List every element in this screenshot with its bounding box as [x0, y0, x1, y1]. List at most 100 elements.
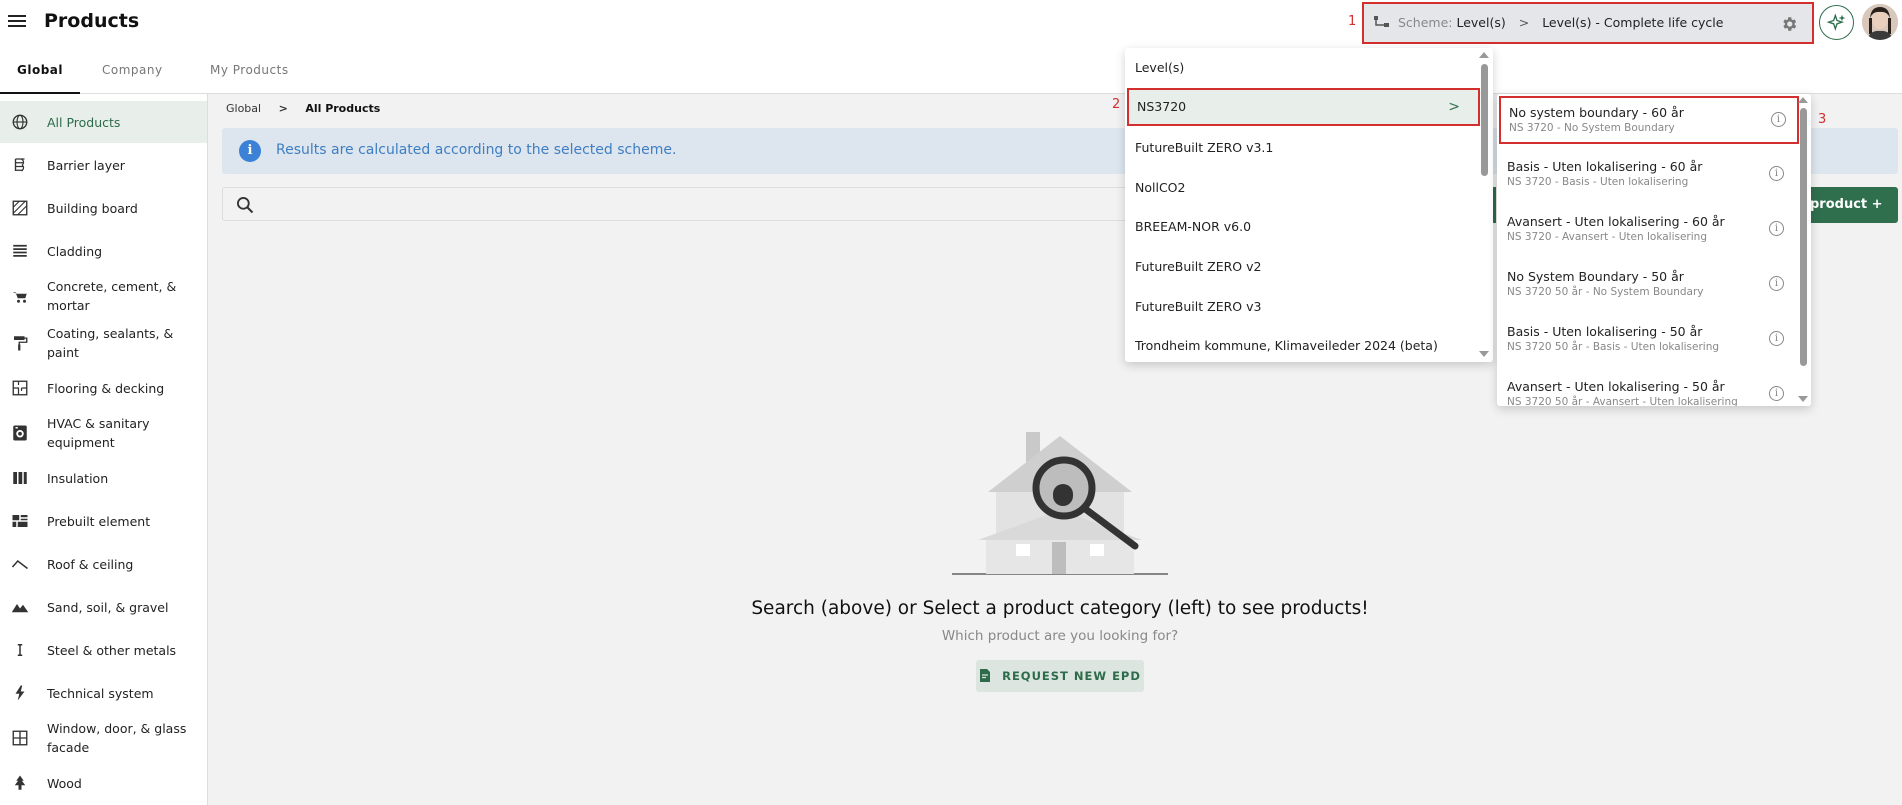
- scheme-menu-item-trondheim[interactable]: Trondheim kommune, Klimaveileder 2024 (b…: [1125, 326, 1475, 362]
- sidebar-item-label: Window, door, & glass facade: [47, 721, 187, 755]
- sidebar-item-insulation[interactable]: Insulation: [0, 457, 207, 499]
- search-icon: [237, 197, 254, 214]
- scheme-selection: Level(s) - Complete life cycle: [1542, 15, 1724, 30]
- gear-icon[interactable]: [1780, 15, 1798, 33]
- building-board-icon: [10, 198, 30, 218]
- submenu-item-title: No System Boundary - 50 år: [1507, 269, 1684, 284]
- info-circle-icon[interactable]: i: [1769, 166, 1784, 181]
- info-circle-icon[interactable]: i: [1771, 112, 1786, 127]
- sidebar-item-flooring[interactable]: Flooring & decking: [0, 367, 207, 409]
- info-circle-icon[interactable]: i: [1769, 386, 1784, 401]
- submenu-item[interactable]: Basis - Uten lokalisering - 50 år NS 372…: [1497, 315, 1797, 365]
- info-circle-icon[interactable]: i: [1769, 221, 1784, 236]
- breadcrumb-current: All Products: [305, 102, 381, 115]
- scheme-menu-item-futurebuilt-v3[interactable]: FutureBuilt ZERO v3: [1125, 287, 1475, 327]
- scheme-menu-scrollbar[interactable]: [1481, 64, 1488, 176]
- request-new-epd-label: REQUEST NEW EPD: [1002, 669, 1141, 683]
- sidebar-item-label: Barrier layer: [47, 158, 125, 173]
- hierarchy-icon: [1374, 16, 1389, 27]
- submenu-item-subtitle: NS 3720 - No System Boundary: [1509, 122, 1675, 134]
- submenu-item[interactable]: No System Boundary - 50 år NS 3720 50 år…: [1497, 260, 1797, 310]
- category-sidebar: All Products Barrier layer Building boar…: [0, 94, 208, 805]
- sidebar-item-label: Flooring & decking: [47, 381, 165, 396]
- sidebar-item-wood[interactable]: Wood: [0, 762, 207, 804]
- barrier-layer-icon: [10, 155, 30, 175]
- scheme-separator: >: [1518, 15, 1530, 30]
- sidebar-item-roof[interactable]: Roof & ceiling: [0, 543, 207, 585]
- scheme-selector[interactable]: Scheme: Level(s) > Level(s) - Complete l…: [1362, 2, 1814, 44]
- submenu-scrollbar[interactable]: [1800, 108, 1807, 366]
- page-title: Products: [44, 10, 140, 32]
- sidebar-item-label: All Products: [47, 115, 121, 130]
- scroll-up-arrow-icon[interactable]: [1479, 52, 1489, 58]
- annotation-2: 2: [1112, 97, 1121, 112]
- tab-my-products[interactable]: My Products: [210, 46, 289, 94]
- sidebar-item-prebuilt[interactable]: Prebuilt element: [0, 500, 207, 542]
- scheme-menu-item-ns3720[interactable]: NS3720 >: [1127, 88, 1480, 126]
- wheelbarrow-icon: [10, 286, 30, 306]
- globe-icon: [10, 112, 30, 132]
- top-bar: Products 1 Scheme: Level(s) > Level(s) -…: [0, 0, 1902, 46]
- annotation-3: 3: [1818, 112, 1827, 127]
- submenu-item-title: No system boundary - 60 år: [1509, 105, 1684, 120]
- info-circle-icon[interactable]: i: [1769, 331, 1784, 346]
- scheme-menu-item-futurebuilt-v31[interactable]: FutureBuilt ZERO v3.1: [1125, 128, 1475, 168]
- sidebar-item-label: HVAC & sanitary equipment: [47, 416, 150, 450]
- submenu-item[interactable]: Avansert - Uten lokalisering - 50 år NS …: [1497, 370, 1797, 406]
- house-search-illustration: [952, 432, 1168, 575]
- prebuilt-icon: [10, 511, 30, 531]
- submenu-item-title: Avansert - Uten lokalisering - 50 år: [1507, 379, 1725, 394]
- scheme-menu: Level(s) NS3720 > FutureBuilt ZERO v3.1 …: [1125, 48, 1493, 362]
- tab-global[interactable]: Global: [0, 46, 80, 94]
- sidebar-item-cladding[interactable]: Cladding: [0, 230, 207, 272]
- sidebar-item-label: Technical system: [47, 686, 154, 701]
- ns3720-submenu: No system boundary - 60 år NS 3720 - No …: [1497, 94, 1811, 406]
- annotation-1: 1: [1348, 14, 1357, 29]
- sidebar-item-label: Building board: [47, 201, 138, 216]
- submenu-item-title: Basis - Uten lokalisering - 60 år: [1507, 159, 1703, 174]
- tree-icon: [10, 773, 30, 793]
- scroll-down-arrow-icon[interactable]: [1798, 396, 1808, 402]
- submenu-item[interactable]: Basis - Uten lokalisering - 60 år NS 372…: [1497, 150, 1797, 200]
- info-icon: i: [239, 140, 261, 162]
- sparkle-icon: [1827, 13, 1846, 31]
- insulation-icon: [10, 468, 30, 488]
- sidebar-item-concrete[interactable]: Concrete, cement, & mortar: [0, 273, 207, 319]
- scheme-prefix: Scheme:: [1397, 15, 1453, 30]
- scheme-menu-item-breeam-nor[interactable]: BREEAM-NOR v6.0: [1125, 207, 1475, 247]
- scheme-level: Level(s): [1456, 15, 1506, 30]
- ai-assistant-button[interactable]: [1819, 5, 1854, 40]
- submenu-item[interactable]: Avansert - Uten lokalisering - 60 år NS …: [1497, 205, 1797, 255]
- document-edit-icon: [980, 669, 991, 682]
- submenu-item-subtitle: NS 3720 50 år - Avansert - Uten lokalise…: [1507, 396, 1738, 406]
- submenu-item[interactable]: No system boundary - 60 år NS 3720 - No …: [1499, 96, 1799, 144]
- sidebar-item-all-products[interactable]: All Products: [0, 101, 207, 143]
- hvac-icon: [10, 423, 30, 443]
- menu-icon[interactable]: [8, 12, 26, 30]
- tab-bar: Global Company My Products: [0, 46, 1902, 94]
- sidebar-item-barrier-layer[interactable]: Barrier layer: [0, 144, 207, 186]
- request-new-epd-button[interactable]: REQUEST NEW EPD: [976, 660, 1144, 692]
- scheme-menu-item-futurebuilt-v2[interactable]: FutureBuilt ZERO v2: [1125, 247, 1475, 287]
- submenu-item-subtitle: NS 3720 - Basis - Uten lokalisering: [1507, 176, 1689, 188]
- scroll-down-arrow-icon[interactable]: [1479, 351, 1489, 357]
- breadcrumb-root[interactable]: Global: [226, 102, 261, 115]
- sidebar-item-coating[interactable]: Coating, sealants, & paint: [0, 320, 207, 366]
- sidebar-item-building-board[interactable]: Building board: [0, 187, 207, 229]
- cladding-icon: [10, 241, 30, 261]
- lightning-icon: [10, 683, 30, 703]
- tab-company[interactable]: Company: [102, 46, 163, 94]
- sidebar-item-technical[interactable]: Technical system: [0, 672, 207, 714]
- sidebar-item-hvac[interactable]: HVAC & sanitary equipment: [0, 410, 207, 456]
- scheme-menu-item-levels[interactable]: Level(s): [1125, 48, 1475, 88]
- sidebar-item-window[interactable]: Window, door, & glass facade: [0, 715, 207, 761]
- sidebar-item-label: Wood: [47, 776, 82, 791]
- sidebar-item-label: Insulation: [47, 471, 109, 486]
- roof-icon: [10, 554, 30, 574]
- info-circle-icon[interactable]: i: [1769, 276, 1784, 291]
- chevron-right-icon: >: [1448, 99, 1460, 115]
- submenu-item-title: Basis - Uten lokalisering - 50 år: [1507, 324, 1703, 339]
- scheme-menu-item-nollco2[interactable]: NollCO2: [1125, 168, 1475, 208]
- scroll-up-arrow-icon[interactable]: [1798, 97, 1808, 103]
- avatar[interactable]: [1862, 4, 1898, 40]
